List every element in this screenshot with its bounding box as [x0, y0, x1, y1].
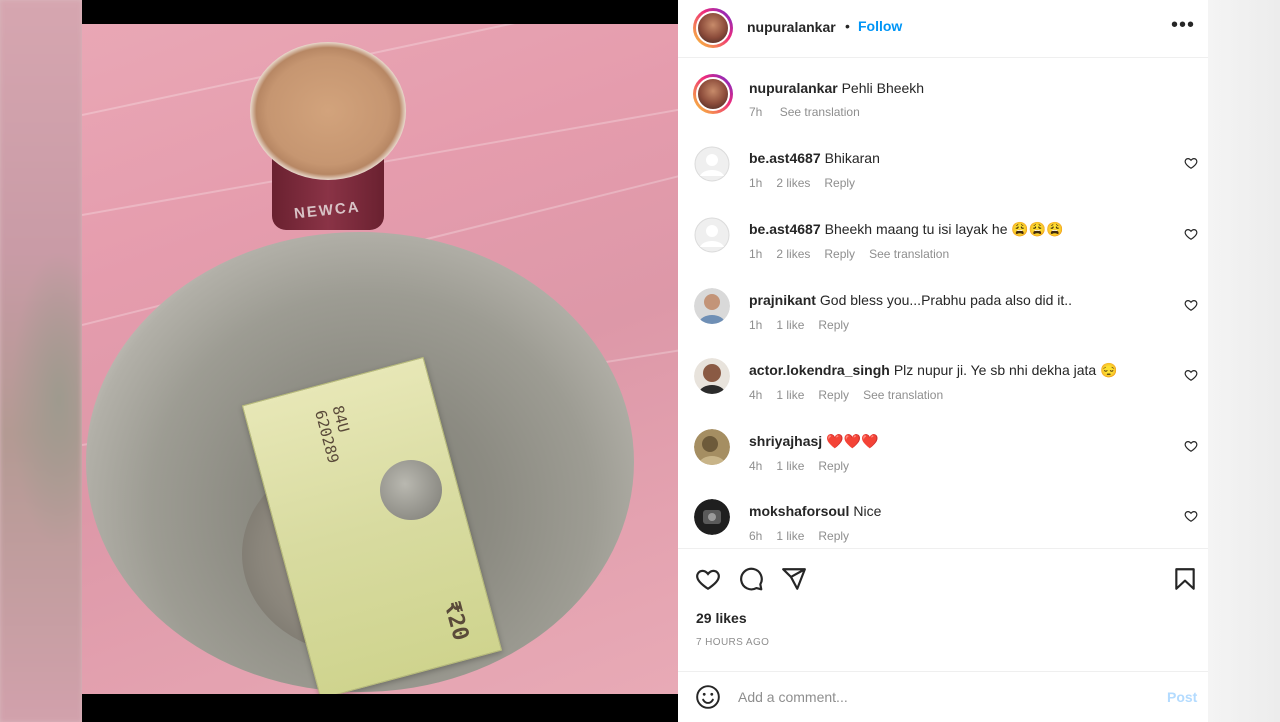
comment-text: Bhikaran	[824, 150, 880, 166]
comment-item: shriyajhasj ❤️❤️❤️ 4h 1 like Reply	[678, 429, 1208, 491]
caption-avatar[interactable]	[693, 74, 733, 114]
comment-likes[interactable]: 1 like	[776, 318, 804, 332]
comment-username[interactable]: be.ast4687	[749, 221, 821, 237]
comment-text-line: prajnikant God bless you...Prabhu pada al…	[749, 292, 1072, 308]
photo-image: 84U 620289 ₹20 NEWCA	[82, 24, 678, 694]
comment-avatar[interactable]	[694, 499, 730, 535]
caption-username[interactable]: nupuralankar	[749, 80, 838, 96]
comment-meta: 4h 1 like Reply See translation	[749, 388, 957, 402]
comment-username[interactable]: shriyajhasj	[749, 433, 822, 449]
post-photo: 84U 620289 ₹20 NEWCA	[82, 0, 678, 722]
comment-text: Plz nupur ji. Ye sb nhi dekha jata 😔	[893, 362, 1118, 378]
note-serial: 84U 620289	[311, 403, 353, 466]
comment-username[interactable]: prajnikant	[749, 292, 816, 308]
reply-button[interactable]: Reply	[818, 529, 849, 543]
caption-time: 7h	[749, 105, 763, 119]
comment-text: Nice	[853, 503, 882, 519]
comment-icon[interactable]	[738, 566, 764, 592]
comment-avatar[interactable]	[694, 217, 730, 253]
post-header: nupuralankar • Follow •••	[678, 0, 1208, 58]
comment-avatar[interactable]	[694, 288, 730, 324]
comment-meta: 1h 1 like Reply	[749, 318, 863, 332]
comment-heart-icon[interactable]	[1184, 298, 1198, 312]
share-icon[interactable]	[781, 566, 807, 592]
comment-avatar[interactable]	[694, 146, 730, 182]
post-actions: 29 likes 7 HOURS AGO Post	[678, 548, 1208, 718]
see-translation-link[interactable]: See translation	[869, 247, 949, 261]
comment-likes[interactable]: 2 likes	[776, 247, 810, 261]
comment-heart-icon[interactable]	[1184, 156, 1198, 170]
comment-bar: Post	[678, 671, 1208, 721]
comment-time: 1h	[749, 176, 763, 190]
comment-heart-icon[interactable]	[1184, 368, 1198, 382]
separator-dot: •	[845, 18, 850, 34]
post-side-panel: nupuralankar • Follow ••• nupuralankar P…	[678, 0, 1208, 722]
comment-text-line: mokshaforsoul Nice	[749, 503, 881, 519]
comment-text: Bheekh maang tu isi layak he 😩😩😩	[824, 221, 1064, 237]
comment-heart-icon[interactable]	[1184, 439, 1198, 453]
comment-avatar[interactable]	[694, 358, 730, 394]
comment-time: 1h	[749, 247, 763, 261]
bookmark-icon[interactable]	[1172, 566, 1198, 592]
reply-button[interactable]: Reply	[824, 176, 855, 190]
comment-item: actor.lokendra_singh Plz nupur ji. Ye sb …	[678, 358, 1208, 420]
comment-input[interactable]	[738, 686, 1118, 708]
comment-avatar[interactable]	[694, 429, 730, 465]
comment-meta: 6h 1 like Reply	[749, 529, 863, 543]
blurred-backdrop-left	[0, 0, 82, 722]
emoji-icon[interactable]	[695, 684, 721, 710]
likes-count[interactable]: 29 likes	[696, 610, 747, 626]
comment-heart-icon[interactable]	[1184, 509, 1198, 523]
see-translation-link[interactable]: See translation	[863, 388, 943, 402]
comment-item: be.ast4687 Bhikaran 1h 2 likes Reply	[678, 146, 1208, 208]
comment-text: ❤️❤️❤️	[826, 433, 879, 449]
comment-item: be.ast4687 Bheekh maang tu isi layak he 😩…	[678, 217, 1208, 279]
caption-text: Pehli Bheekh	[841, 80, 925, 96]
post-timestamp: 7 HOURS AGO	[696, 637, 770, 648]
caption-meta: 7h See translation	[749, 105, 874, 119]
comment-item: prajnikant God bless you...Prabhu pada al…	[678, 288, 1208, 350]
heart-icon[interactable]	[695, 566, 721, 592]
post-button[interactable]: Post	[1167, 689, 1197, 705]
caption: nupuralankar Pehli Bheekh	[749, 80, 924, 96]
comment-time: 4h	[749, 388, 763, 402]
comment-text: God bless you...Prabhu pada also did it.…	[819, 292, 1073, 308]
author-avatar[interactable]	[693, 8, 733, 48]
comment-likes[interactable]: 1 like	[776, 388, 804, 402]
comment-meta: 1h 2 likes Reply	[749, 176, 869, 190]
comment-text-line: be.ast4687 Bheekh maang tu isi layak he 😩…	[749, 221, 1064, 238]
caption-see-translation[interactable]: See translation	[780, 105, 860, 119]
reply-button[interactable]: Reply	[824, 247, 855, 261]
reply-button[interactable]: Reply	[818, 388, 849, 402]
comment-time: 1h	[749, 318, 763, 332]
comment-username[interactable]: be.ast4687	[749, 150, 821, 166]
comment-meta: 4h 1 like Reply	[749, 459, 863, 473]
more-icon[interactable]: •••	[1171, 14, 1195, 37]
coin	[380, 460, 442, 520]
comment-username[interactable]: actor.lokendra_singh	[749, 362, 890, 378]
comment-likes[interactable]: 1 like	[776, 529, 804, 543]
tea-cup-rim	[250, 42, 406, 180]
reply-button[interactable]: Reply	[818, 459, 849, 473]
author-username[interactable]: nupuralankar	[747, 19, 836, 35]
comment-time: 4h	[749, 459, 763, 473]
comment-heart-icon[interactable]	[1184, 227, 1198, 241]
comment-username[interactable]: mokshaforsoul	[749, 503, 849, 519]
comment-likes[interactable]: 1 like	[776, 459, 804, 473]
note-value: ₹20	[438, 598, 474, 644]
blurred-backdrop-right	[1208, 0, 1280, 722]
comment-meta: 1h 2 likes Reply See translation	[749, 247, 963, 261]
comment-time: 6h	[749, 529, 763, 543]
reply-button[interactable]: Reply	[818, 318, 849, 332]
comment-text-line: actor.lokendra_singh Plz nupur ji. Ye sb …	[749, 362, 1118, 379]
follow-button[interactable]: Follow	[858, 18, 902, 34]
comment-text-line: shriyajhasj ❤️❤️❤️	[749, 433, 878, 450]
comment-text-line: be.ast4687 Bhikaran	[749, 150, 880, 166]
comment-likes[interactable]: 2 likes	[776, 176, 810, 190]
